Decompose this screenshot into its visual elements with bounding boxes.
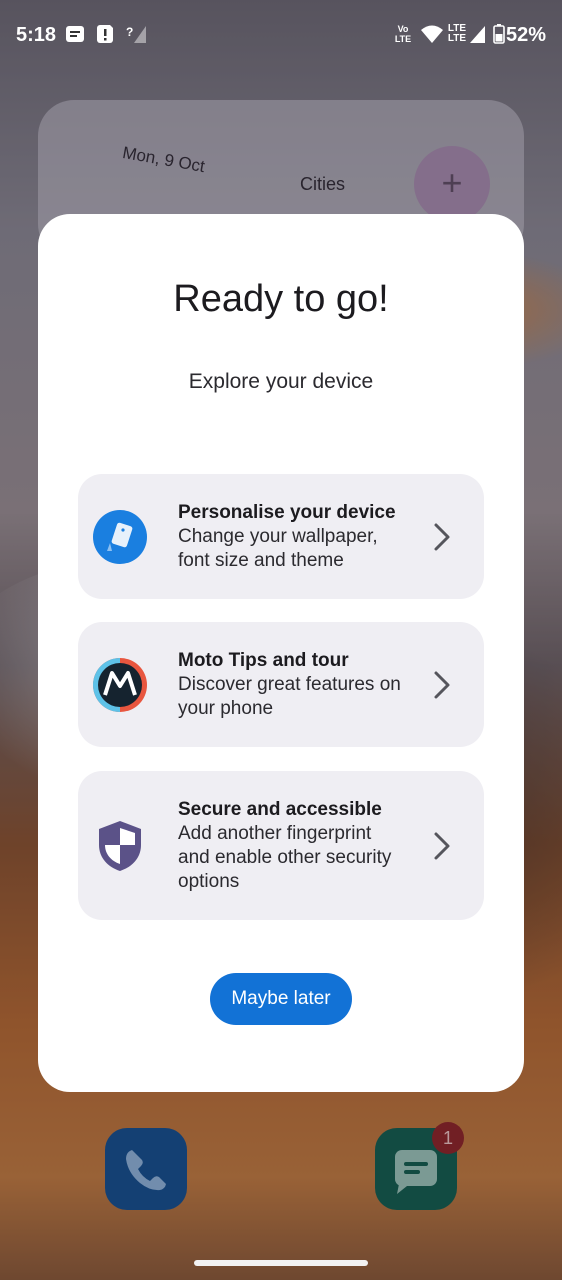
wifi-icon	[420, 22, 444, 46]
battery-icon	[492, 22, 506, 46]
personalise-text: Personalise your device Change your wall…	[178, 501, 406, 573]
lte-bottom-label: LTE	[447, 33, 467, 44]
personalise-device-card[interactable]: Personalise your device Change your wall…	[78, 474, 484, 599]
shield-icon	[92, 818, 148, 874]
moto-tips-text: Moto Tips and tour Discover great featur…	[178, 649, 406, 721]
dialog-subtitle: Explore your device	[188, 370, 374, 393]
message-notification-icon	[64, 22, 86, 46]
personalise-icon	[92, 509, 148, 565]
dialog-title: Ready to go!	[173, 278, 389, 320]
chevron-right-icon	[430, 521, 454, 553]
moto-logo-icon	[92, 657, 148, 713]
card-title: Personalise your device	[178, 502, 396, 523]
status-bar: 5:18 ? Vo LTE LTE LTE 52%	[0, 0, 562, 72]
secure-text: Secure and accessible Add another finger…	[178, 798, 406, 894]
battery-percentage: 52%	[505, 24, 546, 46]
card-title: Secure and accessible	[178, 799, 382, 820]
card-description: Change your wallpaper, font size and the…	[178, 526, 378, 571]
gesture-nav-handle[interactable]	[194, 1260, 368, 1266]
maybe-later-button[interactable]: Maybe later	[210, 973, 352, 1025]
secure-accessible-card[interactable]: Secure and accessible Add another finger…	[78, 771, 484, 920]
chevron-right-icon	[430, 669, 454, 701]
lte-signal-icon: LTE LTE	[446, 22, 488, 46]
svg-text:?: ?	[126, 25, 133, 39]
card-description: Add another fingerprint and enable other…	[178, 823, 392, 892]
moto-tips-card[interactable]: Moto Tips and tour Discover great featur…	[78, 622, 484, 747]
chevron-right-icon	[430, 830, 454, 862]
no-signal-icon: ?	[126, 22, 148, 46]
status-time: 5:18	[16, 24, 57, 46]
card-description: Discover great features on your phone	[178, 674, 401, 719]
alert-notification-icon	[95, 22, 115, 46]
volte-icon: Vo LTE	[392, 22, 414, 46]
volte-top-label: Vo	[397, 24, 409, 34]
volte-bottom-label: LTE	[394, 34, 412, 44]
card-title: Moto Tips and tour	[178, 650, 349, 671]
welcome-dialog: Ready to go! Explore your device Persona…	[38, 214, 524, 1092]
